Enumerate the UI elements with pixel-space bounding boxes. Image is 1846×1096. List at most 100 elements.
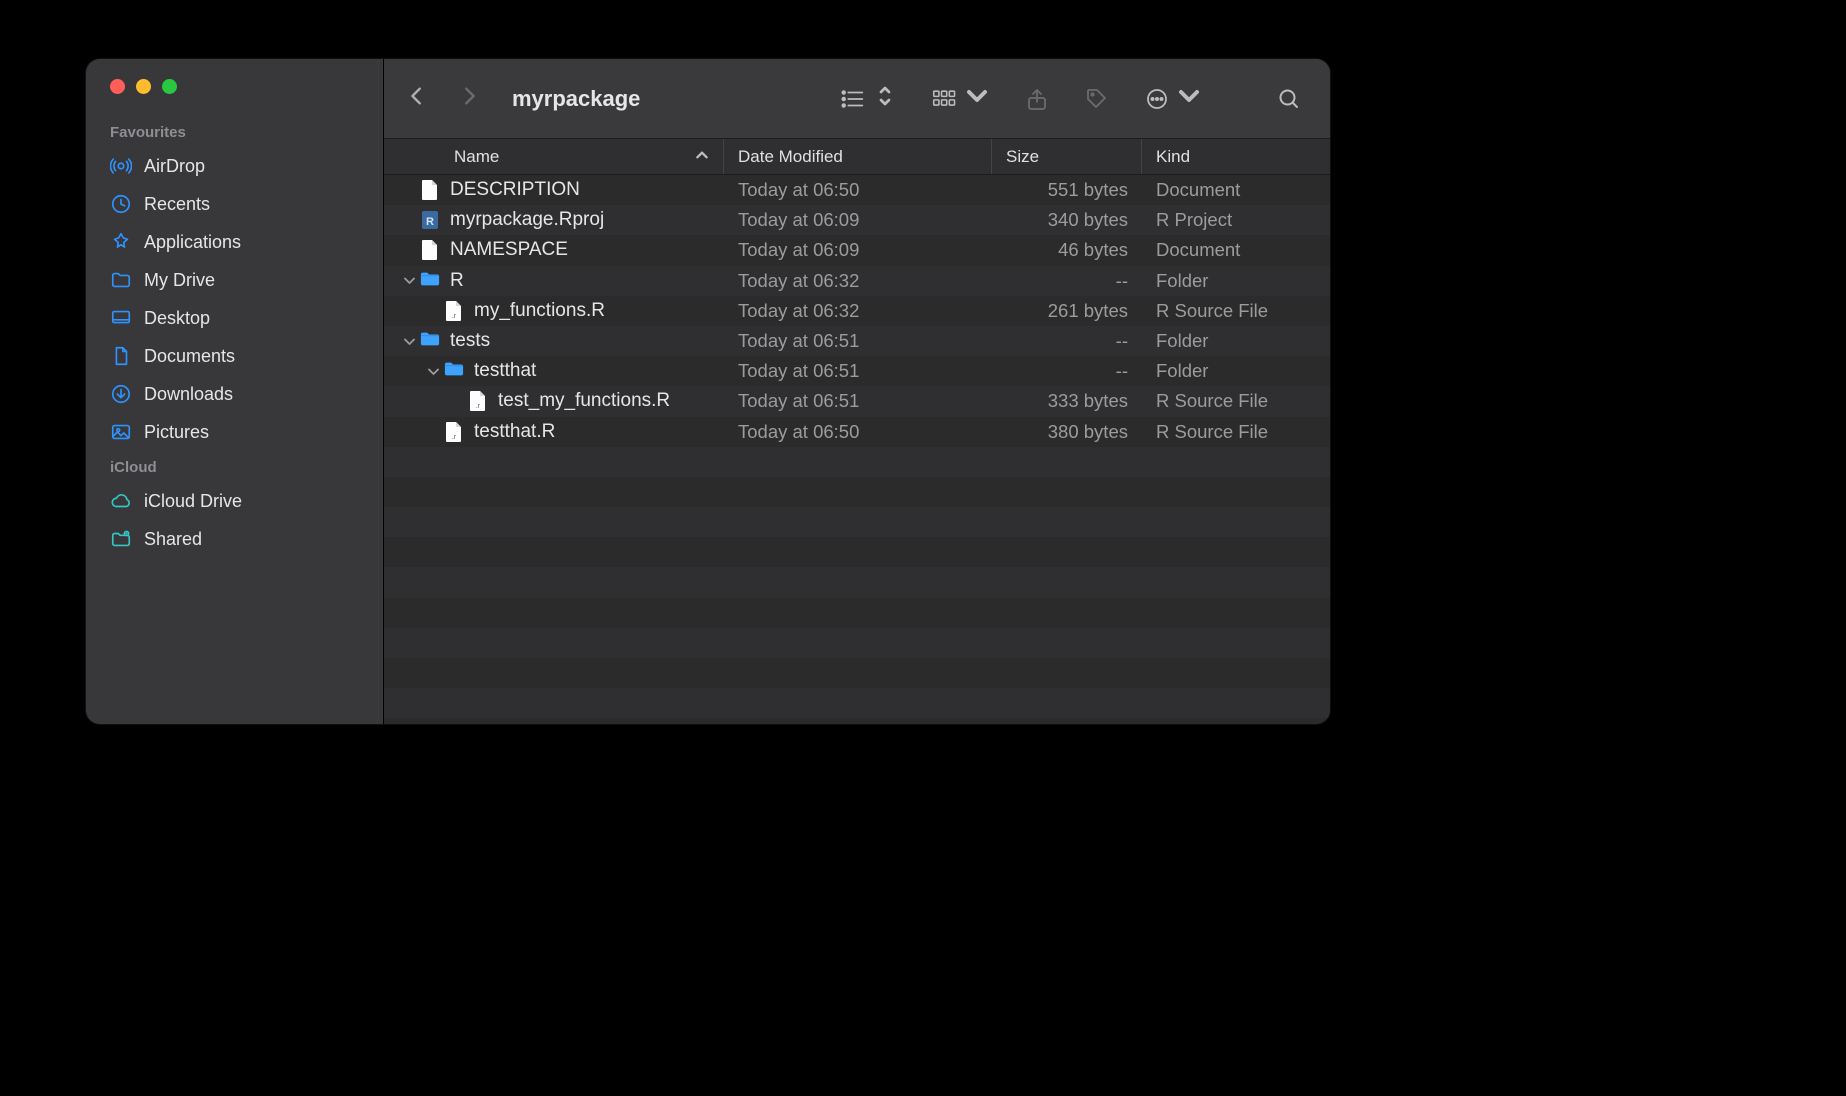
col-kind-label: Kind bbox=[1156, 147, 1190, 167]
file-size: 551 bytes bbox=[992, 179, 1142, 201]
file-date: Today at 06:50 bbox=[724, 179, 992, 201]
sidebar-sections: Favourites AirDrop Recents Applications My D… bbox=[86, 116, 383, 558]
col-size-label: Size bbox=[1006, 147, 1039, 167]
sidebar-item-label: iCloud Drive bbox=[144, 491, 242, 512]
file-row[interactable]: testsToday at 06:51--Folder bbox=[384, 326, 1330, 356]
updown-icon bbox=[872, 84, 898, 113]
sidebar-item-label: Shared bbox=[144, 529, 202, 550]
column-header-date[interactable]: Date Modified bbox=[724, 139, 992, 174]
col-name-label: Name bbox=[454, 147, 499, 167]
column-header-name[interactable]: Name bbox=[384, 139, 724, 174]
file-row[interactable]: DESCRIPTION Today at 06:50551 bytesDocume… bbox=[384, 175, 1330, 205]
sidebar-item-label: Pictures bbox=[144, 422, 209, 443]
file-kind: Document bbox=[1142, 239, 1330, 261]
col-date-label: Date Modified bbox=[738, 147, 843, 167]
pictures-icon bbox=[110, 421, 132, 443]
airdrop-icon bbox=[110, 155, 132, 177]
shared-icon bbox=[110, 528, 132, 550]
chevron-down-icon bbox=[964, 84, 990, 113]
file-name: myrpackage.Rproj bbox=[450, 209, 604, 231]
rsrc-icon bbox=[468, 390, 488, 412]
disclosure-open-icon[interactable] bbox=[426, 366, 440, 377]
forward-button[interactable] bbox=[458, 83, 480, 114]
sidebar-item-label: My Drive bbox=[144, 270, 215, 291]
sidebar-item-label: Applications bbox=[144, 232, 241, 253]
file-row[interactable]: testthatToday at 06:51--Folder bbox=[384, 356, 1330, 386]
sidebar-item-applications[interactable]: Applications bbox=[86, 223, 383, 261]
zoom-window-button[interactable] bbox=[162, 79, 177, 94]
desktop-icon bbox=[110, 307, 132, 329]
file-kind: Document bbox=[1142, 179, 1330, 201]
document-icon bbox=[110, 345, 132, 367]
view-mode-button[interactable] bbox=[840, 84, 898, 113]
file-row[interactable]: myrpackage.RprojToday at 06:09340 bytesR… bbox=[384, 205, 1330, 235]
file-date: Today at 06:51 bbox=[724, 330, 992, 352]
file-date: Today at 06:32 bbox=[724, 270, 992, 292]
tags-button[interactable] bbox=[1084, 87, 1110, 111]
rsrc-icon bbox=[444, 300, 464, 322]
finder-window: Favourites AirDrop Recents Applications My D… bbox=[86, 59, 1330, 724]
sidebar: Favourites AirDrop Recents Applications My D… bbox=[86, 59, 384, 724]
folder-icon bbox=[420, 330, 440, 352]
file-kind: Folder bbox=[1142, 360, 1330, 382]
file-name: R bbox=[450, 270, 464, 292]
file-date: Today at 06:09 bbox=[724, 239, 992, 261]
group-by-button[interactable] bbox=[932, 84, 990, 113]
actions-button[interactable] bbox=[1144, 84, 1202, 113]
sidebar-item-icloud-drive[interactable]: iCloud Drive bbox=[86, 482, 383, 520]
file-kind: Folder bbox=[1142, 330, 1330, 352]
sidebar-item-label: Documents bbox=[144, 346, 235, 367]
file-date: Today at 06:51 bbox=[724, 360, 992, 382]
sidebar-item-airdrop[interactable]: AirDrop bbox=[86, 147, 383, 185]
file-row[interactable]: NAMESPACE Today at 06:0946 bytesDocument bbox=[384, 235, 1330, 265]
sidebar-item-pictures[interactable]: Pictures bbox=[86, 413, 383, 451]
doc-icon bbox=[420, 179, 440, 201]
apps-icon bbox=[110, 231, 132, 253]
disclosure-open-icon[interactable] bbox=[402, 336, 416, 347]
file-date: Today at 06:50 bbox=[724, 421, 992, 443]
doc-icon bbox=[420, 239, 440, 261]
sidebar-item-shared[interactable]: Shared bbox=[86, 520, 383, 558]
file-name: my_functions.R bbox=[474, 300, 605, 322]
file-size: 340 bytes bbox=[992, 209, 1142, 231]
chevron-down-icon bbox=[1176, 84, 1202, 113]
rproj-icon bbox=[420, 209, 440, 231]
file-size: -- bbox=[992, 270, 1142, 292]
file-size: 46 bytes bbox=[992, 239, 1142, 261]
file-kind: Folder bbox=[1142, 270, 1330, 292]
file-kind: R Source File bbox=[1142, 300, 1330, 322]
file-name: NAMESPACE bbox=[450, 239, 568, 261]
file-name: test_my_functions.R bbox=[498, 390, 670, 412]
sidebar-item-desktop[interactable]: Desktop bbox=[86, 299, 383, 337]
disclosure-open-icon[interactable] bbox=[402, 275, 416, 286]
file-size: 380 bytes bbox=[992, 421, 1142, 443]
file-row[interactable]: R Today at 06:32--Folder bbox=[384, 266, 1330, 296]
file-row[interactable]: my_functions.RToday at 06:32261 bytesR S… bbox=[384, 296, 1330, 326]
sidebar-item-label: Desktop bbox=[144, 308, 210, 329]
folder-icon bbox=[444, 360, 464, 382]
sort-ascending-icon bbox=[695, 147, 709, 167]
file-row[interactable]: testthat.RToday at 06:50380 bytesR Sourc… bbox=[384, 417, 1330, 447]
close-window-button[interactable] bbox=[110, 79, 125, 94]
file-name: testthat bbox=[474, 360, 536, 382]
file-row[interactable]: test_my_functions.RToday at 06:51333 byt… bbox=[384, 386, 1330, 416]
sidebar-item-label: AirDrop bbox=[144, 156, 205, 177]
search-button[interactable] bbox=[1276, 87, 1302, 111]
share-button[interactable] bbox=[1024, 87, 1050, 111]
sidebar-item-downloads[interactable]: Downloads bbox=[86, 375, 383, 413]
sidebar-item-label: Recents bbox=[144, 194, 210, 215]
folder-icon bbox=[110, 269, 132, 291]
column-header-kind[interactable]: Kind bbox=[1142, 139, 1330, 174]
file-name: DESCRIPTION bbox=[450, 179, 580, 201]
sidebar-item-documents[interactable]: Documents bbox=[86, 337, 383, 375]
sidebar-item-recents[interactable]: Recents bbox=[86, 185, 383, 223]
minimize-window-button[interactable] bbox=[136, 79, 151, 94]
column-header: Name Date Modified Size Kind bbox=[384, 139, 1330, 175]
file-kind: R Project bbox=[1142, 209, 1330, 231]
sidebar-item-label: Downloads bbox=[144, 384, 233, 405]
sidebar-section-header: Favourites bbox=[86, 116, 383, 147]
sidebar-item-my-drive[interactable]: My Drive bbox=[86, 261, 383, 299]
column-header-size[interactable]: Size bbox=[992, 139, 1142, 174]
rsrc-icon bbox=[444, 421, 464, 443]
back-button[interactable] bbox=[406, 83, 428, 114]
